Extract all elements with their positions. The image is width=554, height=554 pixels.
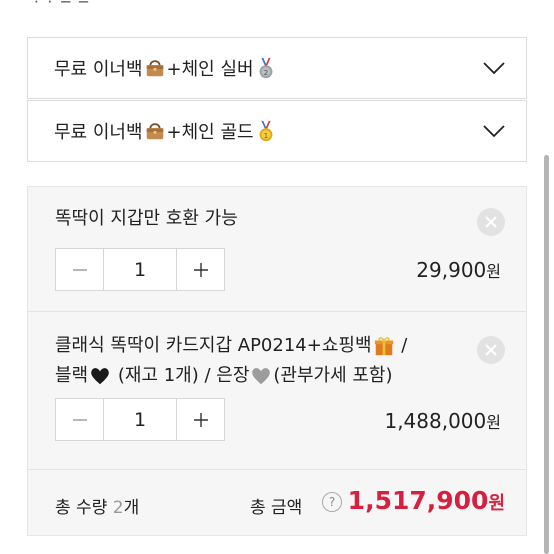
quantity-stepper: 1 xyxy=(55,398,225,441)
item-name-part: (재고 1개) / 은장 xyxy=(112,365,250,386)
option-select-gold[interactable]: 무료 이너백 +체인 골드 1 xyxy=(27,100,527,162)
option-select-silver[interactable]: 무료 이너백 +체인 실버 2 xyxy=(27,37,527,99)
item-name: 똑딱이 지갑만 호환 가능 xyxy=(55,208,238,229)
item-name-part: 클래식 똑딱이 카드지갑 AP0214+쇼핑백 xyxy=(55,335,372,356)
gift-icon xyxy=(374,337,393,356)
option-prefix: 무료 이너백 xyxy=(54,59,143,80)
cart-item: 똑딱이 지갑만 호환 가능 1 29,900원 xyxy=(28,187,526,311)
quantity-value[interactable]: 1 xyxy=(104,399,176,440)
chevron-down-icon xyxy=(483,125,505,138)
decrease-quantity-button[interactable] xyxy=(56,399,104,440)
total-summary: 총 수량 2개 총 금액 ? 1,517,900원 xyxy=(28,469,526,537)
option-suffix: +체인 실버 xyxy=(166,59,254,80)
item-name-part: (관부가세 포함) xyxy=(273,365,393,386)
silver-medal-icon: 2 xyxy=(259,57,272,79)
increase-quantity-button[interactable] xyxy=(176,249,224,290)
currency-unit: 원 xyxy=(486,413,501,432)
help-icon[interactable]: ? xyxy=(322,492,342,512)
option-suffix: +체인 골드 xyxy=(166,122,254,143)
total-price-value: 1,517,900 xyxy=(347,486,489,515)
minus-icon xyxy=(72,418,87,421)
total-quantity: 총 수량 2개 xyxy=(55,493,139,518)
close-icon xyxy=(485,216,497,228)
quantity-stepper: 1 xyxy=(55,248,225,291)
svg-text:2: 2 xyxy=(263,68,268,77)
currency-unit: 원 xyxy=(486,262,501,281)
item-name-part: / xyxy=(395,335,408,356)
item-price-value: 29,900 xyxy=(416,258,487,282)
item-name-part: 블랙 xyxy=(55,365,89,386)
increase-quantity-button[interactable] xyxy=(176,399,224,440)
previous-section-stub: · · ─ ─ xyxy=(34,0,90,11)
decrease-quantity-button[interactable] xyxy=(56,249,104,290)
gold-medal-icon: 1 xyxy=(259,120,272,142)
remove-item-button[interactable] xyxy=(477,336,505,364)
option-prefix: 무료 이너백 xyxy=(54,122,143,143)
cart-item: 클래식 똑딱이 카드지갑 AP0214+쇼핑백 / 블랙 (재고 1개) / 은… xyxy=(28,311,526,469)
plus-icon xyxy=(193,412,208,427)
item-price-value: 1,488,000 xyxy=(384,409,487,433)
plus-icon xyxy=(193,262,208,277)
currency-unit: 원 xyxy=(488,493,505,514)
grey-heart-icon xyxy=(252,368,271,385)
option-label: 무료 이너백 +체인 실버 2 xyxy=(54,55,278,81)
item-price: 1,488,000원 xyxy=(384,409,501,433)
item-name: 클래식 똑딱이 카드지갑 AP0214+쇼핑백 / 블랙 (재고 1개) / 은… xyxy=(55,331,465,391)
handbag-icon xyxy=(146,60,163,77)
total-quantity-value: 2 xyxy=(112,498,124,518)
option-label: 무료 이너백 +체인 골드 1 xyxy=(54,118,278,144)
chevron-down-icon xyxy=(483,62,505,75)
total-quantity-label: 총 수량 xyxy=(55,498,113,518)
selected-items-box: 똑딱이 지갑만 호환 가능 1 29,900원 클래식 똑딱이 카드지갑 AP0… xyxy=(27,186,527,536)
minus-icon xyxy=(72,268,87,271)
black-heart-icon xyxy=(91,368,109,385)
total-amount-label: 총 금액 xyxy=(250,498,303,518)
handbag-icon xyxy=(146,123,163,140)
remove-item-button[interactable] xyxy=(477,208,505,236)
close-icon xyxy=(485,344,497,356)
quantity-value[interactable]: 1 xyxy=(104,249,176,290)
item-price: 29,900원 xyxy=(416,258,501,282)
scrollbar-thumb[interactable] xyxy=(544,155,549,554)
svg-text:1: 1 xyxy=(263,131,268,140)
total-quantity-unit: 개 xyxy=(123,498,140,518)
total-price: 1,517,900원 xyxy=(348,486,505,515)
